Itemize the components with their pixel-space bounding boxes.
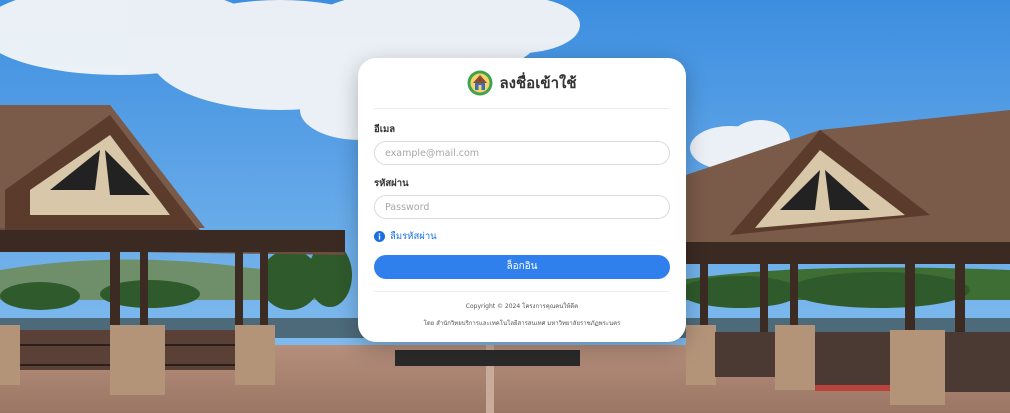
forgot-password-link[interactable]: ลืมรหัสผ่าน xyxy=(374,229,670,244)
login-header: ลงชื่อเข้าใช้ xyxy=(374,58,670,109)
password-label: รหัสผ่าน xyxy=(374,178,409,189)
footer-note: โดย สำนักวิทยบริการและเทคโนโลยีสารสนเทศ … xyxy=(423,319,621,327)
copyright-text: Copyright © 2024 โครงการคุณคนให้ดีค xyxy=(465,302,579,310)
login-card: ลงชื่อเข้าใช้ อีเมล รหัสผ่าน ลืมรหัสผ่าน… xyxy=(358,58,686,342)
forgot-password-label: ลืมรหัสผ่าน xyxy=(390,231,437,242)
email-label: อีเมล xyxy=(374,124,396,135)
password-field[interactable] xyxy=(374,195,670,219)
university-logo-icon xyxy=(467,70,493,96)
info-circle-icon xyxy=(374,231,385,242)
page-title: ลงชื่อเข้าใช้ xyxy=(499,74,577,92)
login-button[interactable]: ล็อกอิน xyxy=(374,254,670,279)
email-field[interactable] xyxy=(374,141,670,165)
